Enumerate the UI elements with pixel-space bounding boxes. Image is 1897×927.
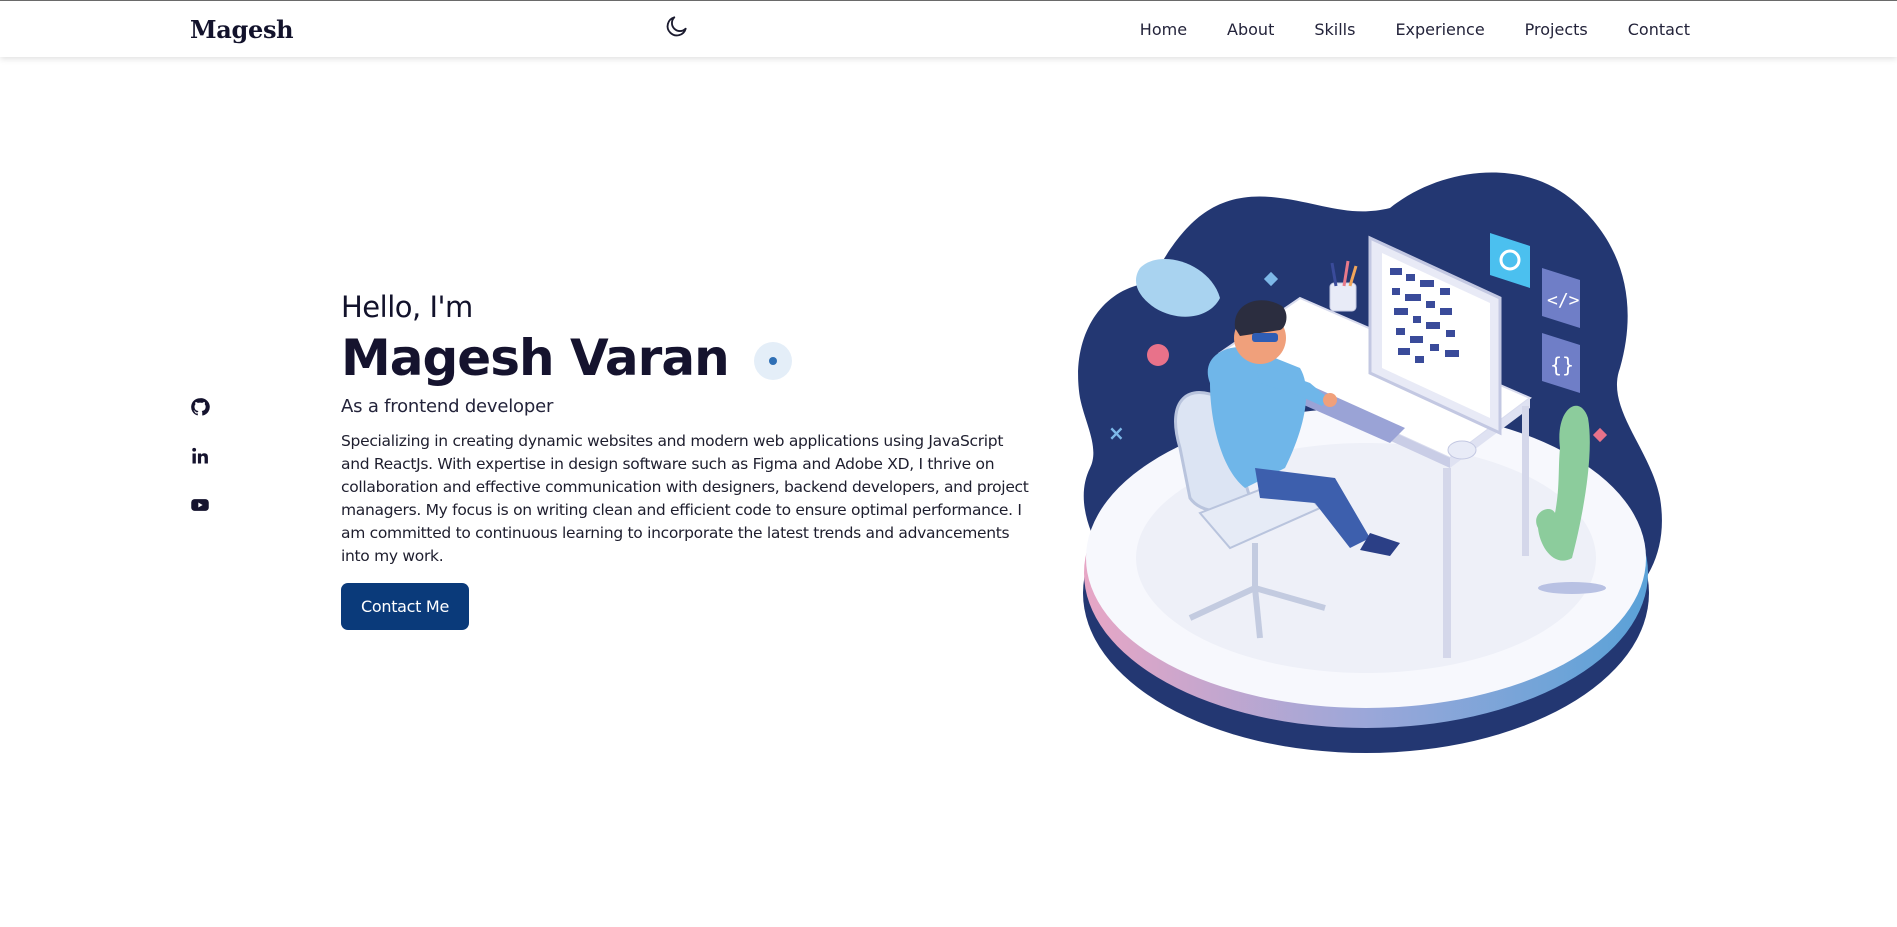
svg-text:{}: {} [1550, 353, 1574, 377]
hero-name-row: Magesh Varan [341, 329, 1031, 388]
navbar: Magesh Home About Skills Experience Proj… [0, 1, 1897, 57]
hero-description: Specializing in creating dynamic website… [341, 431, 1029, 565]
contact-me-button[interactable]: Contact Me [341, 582, 469, 630]
developer-illustration: </> {} × [1060, 168, 1680, 758]
youtube-icon[interactable] [190, 495, 212, 517]
hero-role: As a frontend developer [341, 395, 554, 417]
linkedin-icon[interactable] [190, 446, 212, 468]
hero-greeting: Hello, I'm [341, 290, 473, 324]
site-logo[interactable]: Magesh [190, 15, 294, 44]
nav-links: Home About Skills Experience Projects Co… [1100, 1, 1690, 57]
nav-link-projects[interactable]: Projects [1525, 20, 1588, 39]
social-links [190, 397, 212, 544]
hero-name: Magesh Varan [341, 329, 730, 387]
svg-text:×: × [1108, 421, 1125, 445]
nav-link-contact[interactable]: Contact [1628, 20, 1690, 39]
cursor-dot-icon [753, 341, 792, 380]
nav-link-home[interactable]: Home [1140, 20, 1187, 39]
hero-intro: Hello, I'm Magesh Varan As a frontend de… [341, 290, 1031, 630]
theme-toggle-moon-icon[interactable] [664, 13, 690, 39]
github-icon[interactable] [190, 397, 212, 419]
nav-link-experience[interactable]: Experience [1395, 20, 1484, 39]
svg-text:</>: </> [1547, 290, 1580, 311]
nav-link-about[interactable]: About [1227, 20, 1274, 39]
nav-link-skills[interactable]: Skills [1314, 20, 1355, 39]
